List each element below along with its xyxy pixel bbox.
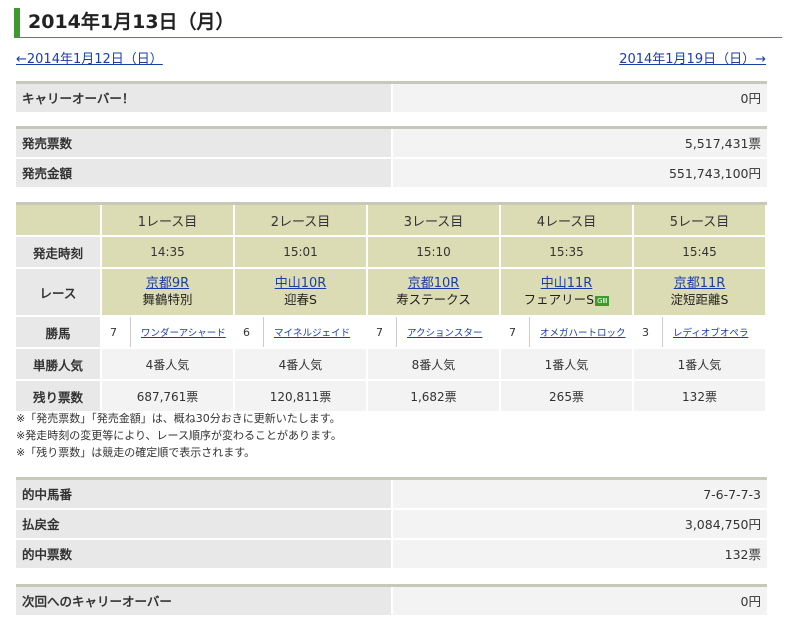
carryover-value: 0円 bbox=[393, 84, 767, 112]
race-header: 5レース目 bbox=[634, 205, 765, 235]
popularity-cell: 1番人気 bbox=[634, 349, 765, 379]
race-header: 4レース目 bbox=[501, 205, 632, 235]
winner-cell: 7 ワンダーアシャード bbox=[102, 317, 233, 347]
horse-number: 7 bbox=[110, 325, 117, 339]
next-carryover-block: 次回へのキャリーオーバー 0円 bbox=[16, 584, 767, 617]
race-name: 淀短距離S bbox=[670, 292, 729, 307]
page-title: 2014年1月13日（月） bbox=[14, 8, 782, 38]
sales-count-label: 発売票数 bbox=[16, 129, 391, 157]
note: ※「発売票数」「発売金額」は、概ね30分おきに更新いたします。 bbox=[16, 412, 341, 425]
race-name: 迎春S bbox=[284, 292, 317, 307]
horse-number: 7 bbox=[509, 325, 516, 339]
winning-numbers-label: 的中馬番 bbox=[16, 480, 391, 508]
horse-link[interactable]: ワンダーアシャード bbox=[131, 325, 226, 339]
winning-tickets-label: 的中票数 bbox=[16, 540, 391, 568]
race-link[interactable]: 京都11R bbox=[674, 276, 726, 292]
popularity-cell: 8番人気 bbox=[368, 349, 499, 379]
results-block: 的中馬番 7-6-7-7-3 払戻金 3,084,750円 的中票数 132票 bbox=[16, 477, 767, 570]
winner-cell: 7 アクションスター bbox=[368, 317, 499, 347]
popularity-row: 単勝人気 4番人気 4番人気 8番人気 1番人気 1番人気 bbox=[16, 349, 767, 379]
race-link[interactable]: 中山11R bbox=[541, 276, 593, 292]
winner-cell: 7 オメガハートロック bbox=[501, 317, 632, 347]
horse-number: 3 bbox=[642, 325, 649, 339]
winning-tickets-value: 132票 bbox=[393, 540, 767, 568]
next-day-link[interactable]: 2014年1月19日（日）→ bbox=[619, 48, 766, 67]
note: ※「残り票数」は競走の確定順で表示されます。 bbox=[16, 446, 256, 459]
remaining-cell: 1,682票 bbox=[368, 381, 499, 411]
race-row: レース 京都9R 舞鶴特別 中山10R 迎春S 京都10R 寿ステークス 中山1… bbox=[16, 269, 767, 315]
remaining-cell: 120,811票 bbox=[235, 381, 366, 411]
race-cell: 中山10R 迎春S bbox=[235, 269, 366, 315]
payout-row: 払戻金 3,084,750円 bbox=[16, 510, 767, 540]
remaining-row: 残り票数 687,761票 120,811票 1,682票 265票 132票 bbox=[16, 381, 767, 411]
race-table: 1レース目 2レース目 3レース目 4レース目 5レース目 発走時刻 14:35… bbox=[16, 202, 767, 413]
start-time: 15:35 bbox=[501, 237, 632, 267]
race-label: レース bbox=[16, 269, 100, 315]
race-name: 寿ステークス bbox=[396, 292, 471, 307]
remaining-cell: 265票 bbox=[501, 381, 632, 411]
horse-link[interactable]: レディオブオペラ bbox=[663, 325, 748, 339]
horse-link[interactable]: オメガハートロック bbox=[530, 325, 626, 339]
sales-count-value: 5,517,431票 bbox=[393, 129, 767, 157]
sales-amount-row: 発売金額 551,743,100円 bbox=[16, 159, 767, 189]
horse-number: 6 bbox=[243, 325, 250, 339]
carryover-label: キャリーオーバー！ bbox=[16, 84, 391, 112]
prev-day-link[interactable]: ←2014年1月12日（日） bbox=[16, 48, 163, 67]
notes: ※「発売票数」「発売金額」は、概ね30分おきに更新いたします。 ※発走時刻の変更… bbox=[16, 410, 342, 461]
start-time: 14:35 bbox=[102, 237, 233, 267]
sales-amount-value: 551,743,100円 bbox=[393, 159, 767, 187]
race-header-row: 1レース目 2レース目 3レース目 4レース目 5レース目 bbox=[16, 205, 767, 235]
sales-amount-label: 発売金額 bbox=[16, 159, 391, 187]
race-cell: 京都11R 淀短距離S bbox=[634, 269, 765, 315]
sales-block: 発売票数 5,517,431票 発売金額 551,743,100円 bbox=[16, 126, 767, 189]
remaining-cell: 687,761票 bbox=[102, 381, 233, 411]
popularity-cell: 4番人気 bbox=[235, 349, 366, 379]
next-carryover-label: 次回へのキャリーオーバー bbox=[16, 587, 391, 615]
remaining-label: 残り票数 bbox=[16, 381, 100, 411]
winner-cell: 3 レディオブオペラ bbox=[634, 317, 765, 347]
next-carryover-value: 0円 bbox=[393, 587, 767, 615]
race-link[interactable]: 中山10R bbox=[275, 276, 327, 292]
winning-tickets-row: 的中票数 132票 bbox=[16, 540, 767, 570]
race-cell: 中山11R フェアリーS GⅢ bbox=[501, 269, 632, 315]
next-carryover-row: 次回へのキャリーオーバー 0円 bbox=[16, 587, 767, 617]
race-header: 2レース目 bbox=[235, 205, 366, 235]
remaining-cell: 132票 bbox=[634, 381, 765, 411]
race-name: 舞鶴特別 bbox=[142, 292, 193, 307]
horse-number: 7 bbox=[376, 325, 383, 339]
race-header: 1レース目 bbox=[102, 205, 233, 235]
sales-count-row: 発売票数 5,517,431票 bbox=[16, 129, 767, 159]
race-cell: 京都9R 舞鶴特別 bbox=[102, 269, 233, 315]
start-time-row: 発走時刻 14:35 15:01 15:10 15:35 15:45 bbox=[16, 237, 767, 267]
note: ※発走時刻の変更等により、レース順序が変わることがあります。 bbox=[16, 429, 342, 442]
winner-row: 勝馬 7 ワンダーアシャード 6 マイネルジェイド 7 アクションスター 7 オ… bbox=[16, 317, 767, 347]
payout-label: 払戻金 bbox=[16, 510, 391, 538]
horse-link[interactable]: アクションスター bbox=[397, 325, 482, 339]
corner-cell bbox=[16, 205, 100, 235]
horse-link[interactable]: マイネルジェイド bbox=[264, 325, 350, 339]
popularity-label: 単勝人気 bbox=[16, 349, 100, 379]
start-time: 15:01 bbox=[235, 237, 366, 267]
race-name: フェアリーS GⅢ bbox=[524, 292, 610, 308]
popularity-cell: 1番人気 bbox=[501, 349, 632, 379]
start-time-label: 発走時刻 bbox=[16, 237, 100, 267]
start-time: 15:10 bbox=[368, 237, 499, 267]
carryover-block: キャリーオーバー！ 0円 bbox=[16, 81, 767, 114]
winning-numbers-value: 7-6-7-7-3 bbox=[393, 480, 767, 508]
race-name-text: フェアリーS bbox=[523, 292, 595, 307]
start-time: 15:45 bbox=[634, 237, 765, 267]
race-header: 3レース目 bbox=[368, 205, 499, 235]
payout-value: 3,084,750円 bbox=[393, 510, 767, 538]
race-cell: 京都10R 寿ステークス bbox=[368, 269, 499, 315]
carryover-row: キャリーオーバー！ 0円 bbox=[16, 84, 767, 114]
grade-badge: GⅢ bbox=[595, 295, 610, 306]
winner-cell: 6 マイネルジェイド bbox=[235, 317, 366, 347]
race-link[interactable]: 京都10R bbox=[408, 276, 460, 292]
winning-numbers-row: 的中馬番 7-6-7-7-3 bbox=[16, 480, 767, 510]
winner-label: 勝馬 bbox=[16, 317, 100, 347]
race-link[interactable]: 京都9R bbox=[146, 276, 189, 292]
popularity-cell: 4番人気 bbox=[102, 349, 233, 379]
